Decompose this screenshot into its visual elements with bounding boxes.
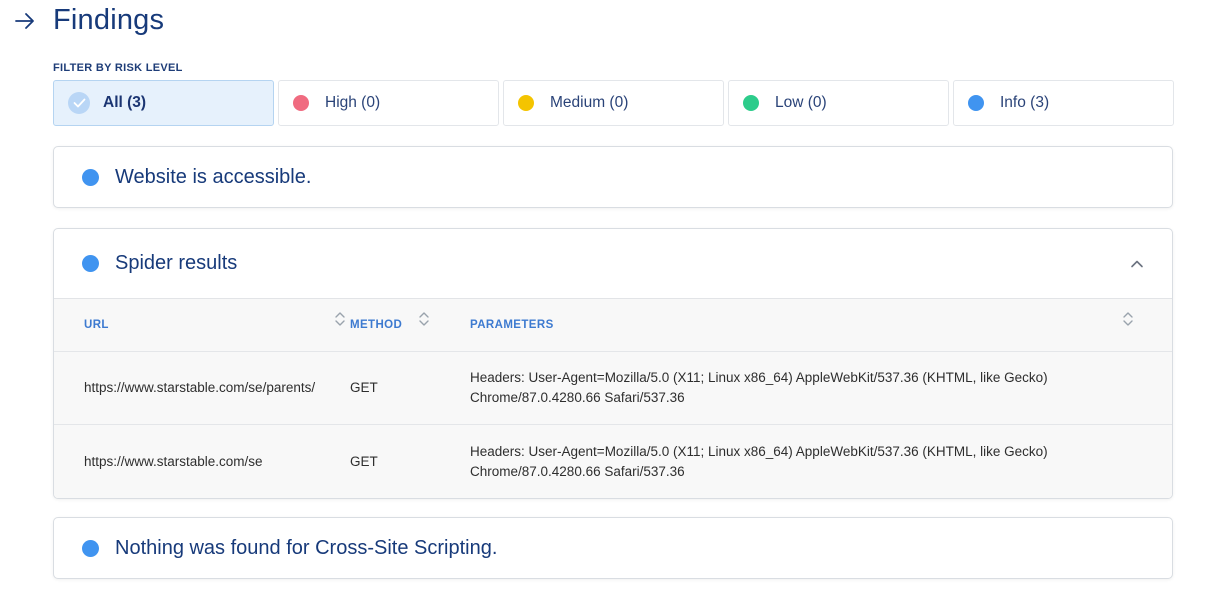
filter-medium-label: Medium (0) (550, 94, 629, 111)
method-header-label: METHOD (350, 319, 403, 331)
table-row: https://www.starstable.com/se GET Header… (54, 425, 1172, 498)
finding-title: Nothing was found for Cross-Site Scripti… (115, 536, 498, 559)
medium-risk-dot (518, 95, 534, 111)
finding-title: Website is accessible. (115, 165, 312, 188)
low-risk-dot (743, 95, 759, 111)
risk-filter-group: All (3) High (0) Medium (0) Low (0) Info… (53, 80, 1174, 126)
finding-header[interactable]: Spider results (54, 229, 1172, 298)
finding-header[interactable]: Nothing was found for Cross-Site Scripti… (54, 518, 1172, 578)
findings-page: Findings FILTER BY RISK LEVEL All (3) Hi… (0, 0, 1214, 605)
info-risk-dot (82, 539, 99, 557)
filter-label: FILTER BY RISK LEVEL (53, 62, 183, 74)
chevron-up-icon[interactable] (1130, 259, 1144, 269)
finding-title: Spider results (115, 252, 238, 274)
spider-results-table: URL METHOD PARAMETERS https://www.starst… (54, 298, 1172, 498)
arrow-right-icon[interactable] (14, 10, 36, 32)
filter-low[interactable]: Low (0) (728, 80, 949, 126)
filter-info-label: Info (3) (1000, 94, 1050, 111)
filter-high[interactable]: High (0) (278, 80, 499, 126)
page-header: Findings (14, 4, 164, 37)
filter-low-label: Low (0) (775, 94, 827, 111)
table-header-row: URL METHOD PARAMETERS (54, 299, 1172, 352)
finding-card[interactable]: Nothing was found for Cross-Site Scripti… (53, 517, 1173, 579)
check-icon (68, 92, 90, 114)
filter-all-label: All (3) (103, 94, 147, 111)
filter-medium[interactable]: Medium (0) (503, 80, 724, 126)
filter-high-label: High (0) (325, 94, 381, 111)
method-column-header[interactable]: METHOD (350, 312, 470, 331)
parameters-cell: Headers: User-Agent=Mozilla/5.0 (X11; Li… (470, 370, 1048, 405)
page-title: Findings (53, 4, 165, 36)
finding-card[interactable]: Website is accessible. (53, 146, 1173, 208)
parameters-column-header[interactable]: PARAMETERS (470, 312, 1172, 331)
parameters-header-label: PARAMETERS (470, 319, 554, 331)
filter-info[interactable]: Info (3) (953, 80, 1174, 126)
info-risk-dot (82, 168, 99, 186)
url-cell: https://www.starstable.com/se/parents/ (84, 380, 316, 395)
method-cell: GET (350, 453, 378, 469)
table-row: https://www.starstable.com/se/parents/ G… (54, 352, 1172, 425)
high-risk-dot (293, 95, 309, 111)
finding-header[interactable]: Website is accessible. (54, 147, 1172, 207)
filter-all[interactable]: All (3) (53, 80, 274, 126)
finding-card-expanded: Spider results URL METHOD PARAMETERS htt… (53, 228, 1173, 499)
info-risk-dot (968, 95, 984, 111)
url-cell: https://www.starstable.com/se (84, 453, 263, 469)
url-header-label: URL (84, 319, 109, 331)
method-cell: GET (350, 380, 378, 395)
sort-icon[interactable] (334, 311, 346, 327)
parameters-cell: Headers: User-Agent=Mozilla/5.0 (X11; Li… (470, 443, 1048, 479)
info-risk-dot (82, 255, 99, 272)
sort-icon[interactable] (1122, 311, 1134, 327)
url-column-header[interactable]: URL (54, 312, 350, 331)
sort-icon[interactable] (418, 311, 430, 327)
